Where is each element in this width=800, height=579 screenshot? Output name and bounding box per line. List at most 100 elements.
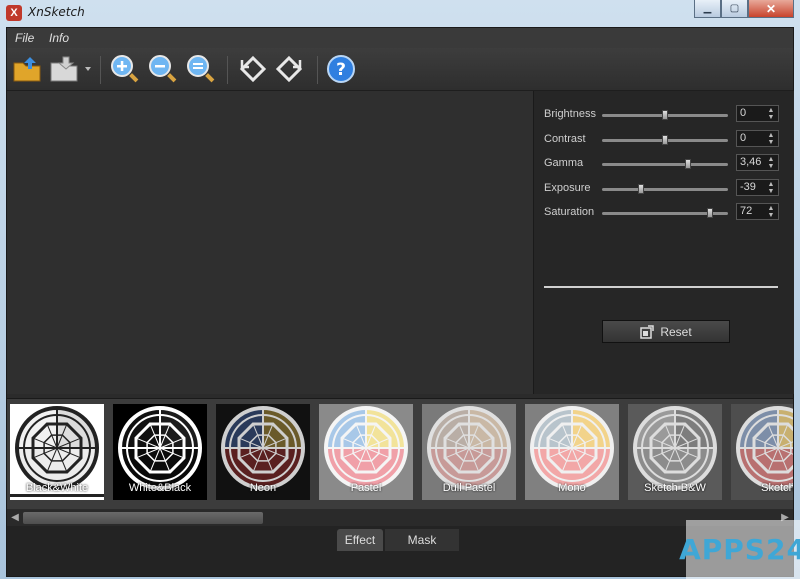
effect-label: Pastel <box>350 482 382 494</box>
effect-thumbnail[interactable]: Black&White <box>10 404 104 500</box>
slider-thumb[interactable] <box>707 208 714 219</box>
toolbar-separator <box>227 56 228 84</box>
zoom-out-button[interactable] <box>147 53 179 85</box>
tab-effect[interactable]: Effect <box>337 529 383 551</box>
spin-arrows-icon[interactable]: ▲ ▼ <box>766 181 776 195</box>
svg-text:?: ? <box>336 60 346 80</box>
adjustment-spinbox[interactable]: 3,46 ▲ ▼ <box>736 154 779 172</box>
adjustment-row: Gamma 3,46 ▲ ▼ <box>544 154 784 174</box>
adjustment-label: Contrast <box>544 132 586 145</box>
reset-icon <box>640 324 655 339</box>
toolbar: ? <box>7 48 793 91</box>
adjustment-slider[interactable] <box>602 208 728 219</box>
effect-label: Sketch <box>761 482 793 494</box>
adjustments-panel: Brightness 0 ▲ ▼ Contrast 0 ▲ ▼ Gamma 3,46 ▲ ▼ Expos… <box>533 91 794 394</box>
effect-label: Sketch B&W <box>644 482 706 494</box>
reset-button[interactable]: Reset <box>602 320 730 343</box>
effect-label: Neon <box>249 482 277 494</box>
app-icon: X <box>6 5 22 21</box>
help-icon: ? <box>327 55 355 83</box>
spin-arrows-icon[interactable]: ▲ ▼ <box>766 156 776 170</box>
save-icon <box>50 56 91 82</box>
toolbar-separator <box>317 56 318 84</box>
adjustment-slider[interactable] <box>602 110 728 120</box>
spinbox-value[interactable]: -39 <box>740 181 756 193</box>
effect-thumbnail[interactable]: White&Black <box>113 404 207 500</box>
adjustment-row: Brightness 0 ▲ ▼ <box>544 105 784 125</box>
adjustment-spinbox[interactable]: 0 ▲ ▼ <box>736 105 779 122</box>
adjustment-spinbox[interactable]: 72 ▲ ▼ <box>736 203 779 221</box>
close-button[interactable]: ✕ <box>748 0 794 18</box>
zoom-in-button[interactable] <box>109 53 141 85</box>
effect-thumbnail[interactable]: Neon <box>216 404 310 500</box>
zoom-fit-icon <box>187 55 215 83</box>
effect-thumbnail[interactable]: Sketch B&W <box>628 404 722 500</box>
effect-thumbnail[interactable]: Sketch <box>731 404 793 500</box>
zoom-in-icon <box>111 55 139 83</box>
spinbox-value[interactable]: 72 <box>740 205 752 217</box>
adjustment-row: Contrast 0 ▲ ▼ <box>544 129 784 150</box>
adjustment-label: Brightness <box>544 108 596 120</box>
app-window: X XnSketch ▁ ▢ ✕ File Info ? Brightness … <box>0 0 800 579</box>
menu-info[interactable]: Info <box>49 31 69 45</box>
caption-buttons: ▁ ▢ ✕ <box>694 0 794 18</box>
maximize-button[interactable]: ▢ <box>721 0 748 18</box>
adjustment-slider[interactable] <box>602 159 728 170</box>
spin-arrows-icon[interactable]: ▲ ▼ <box>766 107 776 121</box>
effects-scrollbar[interactable]: ◀ ▶ <box>7 510 793 526</box>
effect-thumbnail[interactable]: Pastel <box>319 404 413 500</box>
watermark-logo: APPS24 <box>679 520 800 579</box>
save-button[interactable] <box>49 53 93 85</box>
title-bar[interactable]: X XnSketch ▁ ▢ ✕ <box>0 0 800 26</box>
effect-thumbnail[interactable]: Mono <box>525 404 619 500</box>
rotate-left-button[interactable] <box>237 53 269 85</box>
adjustment-slider[interactable] <box>602 183 728 194</box>
bottom-tab-bar: Effect Mask <box>7 526 793 576</box>
effect-thumbnail[interactable]: Dull Pastel <box>422 404 516 500</box>
menu-file[interactable]: File <box>15 31 34 45</box>
effects-strip: Black&White White&Black Neon Pastel Dull Pas… <box>7 398 793 509</box>
effect-label: Dull Pastel <box>442 482 496 494</box>
adjustment-label: Saturation <box>544 206 595 219</box>
adjustment-label: Exposure <box>544 181 591 194</box>
open-icon <box>13 57 41 82</box>
rotate-left-icon <box>239 55 267 83</box>
watermark-text: APPS24 <box>679 533 800 566</box>
scroll-left-icon[interactable]: ◀ <box>9 512 21 524</box>
adjustment-row: Saturation 72 ▲ ▼ <box>544 203 784 223</box>
window-title: XnSketch <box>28 5 85 19</box>
menu-bar: File Info <box>7 28 793 48</box>
zoom-out-icon <box>149 55 177 83</box>
slider-thumb[interactable] <box>662 134 668 145</box>
adjustment-spinbox[interactable]: 0 ▲ ▼ <box>736 129 779 147</box>
adjustment-spinbox[interactable]: -39 ▲ ▼ <box>736 178 779 196</box>
slider-thumb[interactable] <box>638 183 645 194</box>
adjustment-slider[interactable] <box>602 134 728 145</box>
spin-arrows-icon[interactable]: ▲ ▼ <box>766 132 776 146</box>
tab-mask[interactable]: Mask <box>385 529 459 551</box>
reset-label: Reset <box>660 324 692 339</box>
minimize-button[interactable]: ▁ <box>694 0 721 18</box>
image-canvas[interactable] <box>7 91 533 394</box>
effect-label: Mono <box>558 482 586 494</box>
slider-thumb[interactable] <box>662 110 668 120</box>
zoom-fit-button[interactable] <box>185 53 217 85</box>
effect-label: Black&White <box>25 482 89 494</box>
effect-label: White&Black <box>128 482 192 494</box>
panel-divider <box>544 286 778 288</box>
rotate-right-button[interactable] <box>273 53 305 85</box>
slider-thumb[interactable] <box>684 159 691 170</box>
open-button[interactable] <box>11 53 43 85</box>
scrollbar-thumb[interactable] <box>23 512 263 524</box>
rotate-right-icon <box>275 55 303 83</box>
spinbox-value[interactable]: 0 <box>740 107 746 119</box>
toolbar-separator <box>100 56 101 84</box>
client-area: File Info ? Brightness 0 ▲ ▼ Contrast 0 … <box>6 27 794 577</box>
help-button[interactable]: ? <box>325 53 357 85</box>
spin-arrows-icon[interactable]: ▲ ▼ <box>766 205 776 219</box>
effects-list: Black&White White&Black Neon Pastel Dull Pas… <box>10 404 793 500</box>
adjustment-label: Gamma <box>544 157 584 170</box>
spinbox-value[interactable]: 0 <box>740 132 746 144</box>
adjustment-row: Exposure -39 ▲ ▼ <box>544 178 784 199</box>
spinbox-value[interactable]: 3,46 <box>740 156 761 168</box>
